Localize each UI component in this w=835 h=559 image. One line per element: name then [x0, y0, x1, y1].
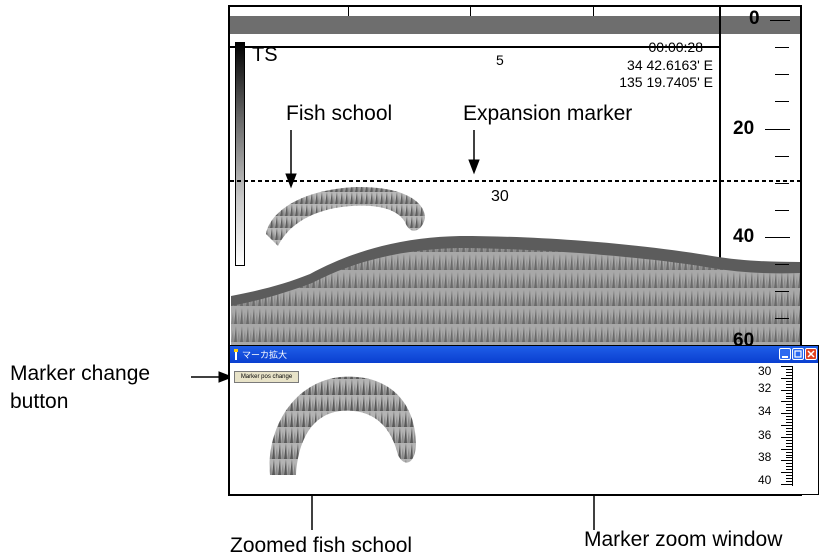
zoom-depth-36: 36	[758, 428, 772, 442]
marker-change-label-2: button	[10, 390, 69, 413]
depth-tick	[775, 156, 789, 157]
marker-zoom-window: マーカ拡大 Marker pos change 30 32 34 36 38 4…	[229, 345, 819, 495]
maximize-button[interactable]	[792, 348, 804, 360]
depth-label-40: 40	[733, 226, 755, 247]
marker-change-label: Marker change	[10, 362, 151, 385]
depth-tick	[765, 237, 790, 238]
marker-zoom-window-label: Marker zoom window	[584, 528, 783, 551]
expansion-marker-arrow	[468, 130, 480, 175]
zoom-window-titlebar[interactable]: マーカ拡大	[230, 346, 818, 363]
zoom-depth-30: 30	[758, 364, 772, 378]
depth-tick	[775, 291, 789, 292]
zoom-depth-scale	[781, 366, 793, 488]
zoom-scale-axis	[792, 366, 793, 486]
fish-school-label: Fish school	[286, 102, 393, 125]
expansion-marker-label: Expansion marker	[463, 102, 633, 125]
marker-change-arrow	[191, 371, 234, 383]
minimize-button[interactable]	[779, 348, 791, 360]
minimize-icon	[782, 356, 788, 358]
expansion-marker-value: 30	[491, 188, 509, 205]
depth-tick	[775, 264, 789, 265]
depth-tick	[775, 47, 789, 48]
zoomed-fish-school-label: Zoomed fish school	[230, 534, 413, 557]
depth-tick	[775, 318, 789, 319]
zoom-window-title: マーカ拡大	[242, 350, 288, 360]
depth-tick	[765, 129, 790, 130]
zoom-depth-34: 34	[758, 404, 772, 418]
window-app-icon	[234, 349, 238, 360]
depth-tick	[775, 74, 789, 75]
depth-label-20: 20	[733, 118, 755, 139]
depth-tick	[775, 183, 789, 184]
depth-label-0: 0	[749, 8, 760, 29]
fish-school	[266, 186, 425, 246]
zoom-depth-40: 40	[758, 473, 772, 487]
close-icon	[807, 350, 815, 358]
depth-tick	[775, 101, 789, 102]
zoomed-echo	[269, 376, 416, 475]
zoom-depth-38: 38	[758, 450, 772, 464]
close-button[interactable]	[805, 348, 817, 360]
depth-tick	[775, 210, 789, 211]
depth-tick	[770, 20, 790, 21]
maximize-icon	[794, 350, 802, 358]
fish-school-arrow	[285, 130, 297, 189]
zoomed-fish-school	[269, 376, 416, 475]
zoom-depth-32: 32	[758, 381, 772, 395]
